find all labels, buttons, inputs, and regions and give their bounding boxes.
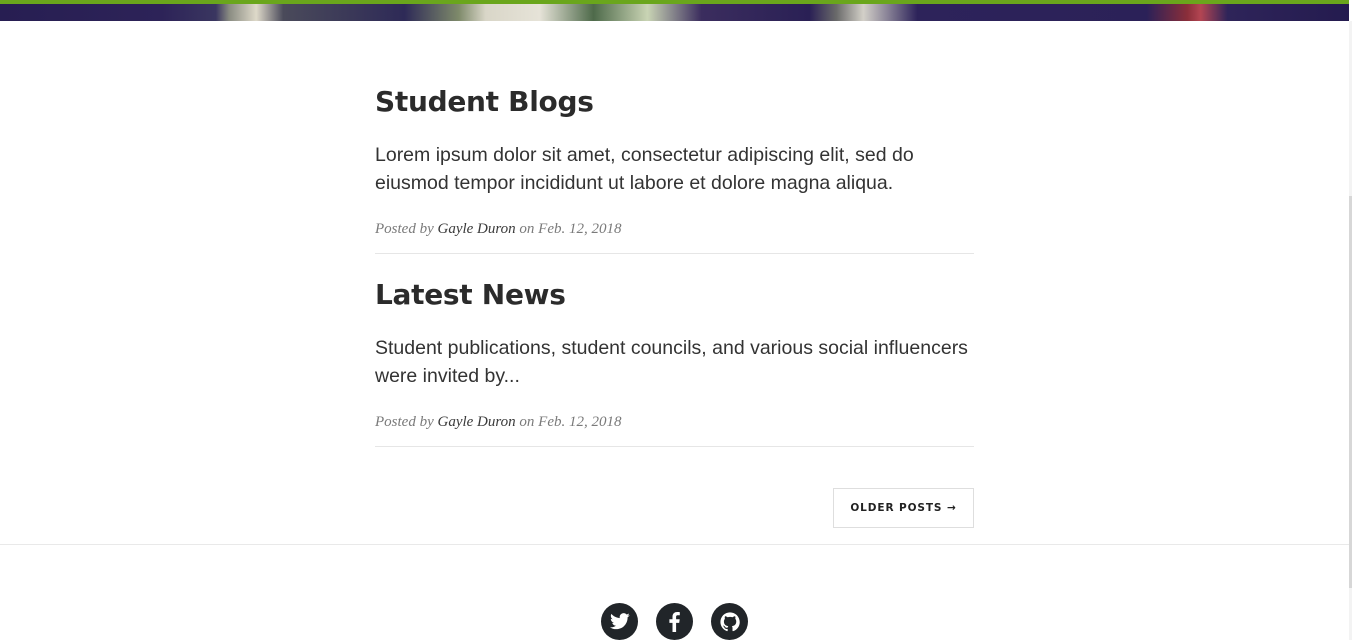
twitter-icon (609, 613, 630, 630)
meta-on: on (519, 414, 535, 430)
post-excerpt[interactable]: Lorem ipsum dolor sit amet, consectetur … (375, 141, 975, 197)
meta-prefix: Posted by (375, 414, 434, 430)
post-meta: Posted by Gayle Duron on Feb. 12, 2018 (375, 411, 974, 433)
header-image-strip (0, 0, 1349, 21)
post-date: Feb. 12, 2018 (538, 221, 622, 237)
footer-divider (0, 544, 1349, 545)
post-title[interactable]: Latest News (375, 273, 974, 317)
post-preview[interactable]: Latest News Student publications, studen… (375, 273, 974, 433)
meta-prefix: Posted by (375, 221, 434, 237)
github-link[interactable] (711, 603, 748, 640)
author-link[interactable]: Gayle Duron (437, 221, 515, 237)
page: Student Blogs Lorem ipsum dolor sit amet… (0, 0, 1352, 640)
post-divider (375, 446, 974, 447)
author-link[interactable]: Gayle Duron (437, 414, 515, 430)
post-title[interactable]: Student Blogs (375, 80, 974, 124)
post-date: Feb. 12, 2018 (538, 414, 622, 430)
post-preview[interactable]: Student Blogs Lorem ipsum dolor sit amet… (375, 80, 974, 240)
meta-on: on (519, 221, 535, 237)
twitter-link[interactable] (601, 603, 638, 640)
github-icon (719, 611, 740, 632)
post-divider (375, 253, 974, 254)
post-list: Student Blogs Lorem ipsum dolor sit amet… (375, 80, 974, 447)
facebook-icon (669, 611, 680, 632)
older-posts-button[interactable]: OLDER POSTS → (833, 488, 974, 528)
facebook-link[interactable] (656, 603, 693, 640)
post-meta: Posted by Gayle Duron on Feb. 12, 2018 (375, 218, 974, 240)
post-excerpt[interactable]: Student publications, student councils, … (375, 334, 975, 390)
